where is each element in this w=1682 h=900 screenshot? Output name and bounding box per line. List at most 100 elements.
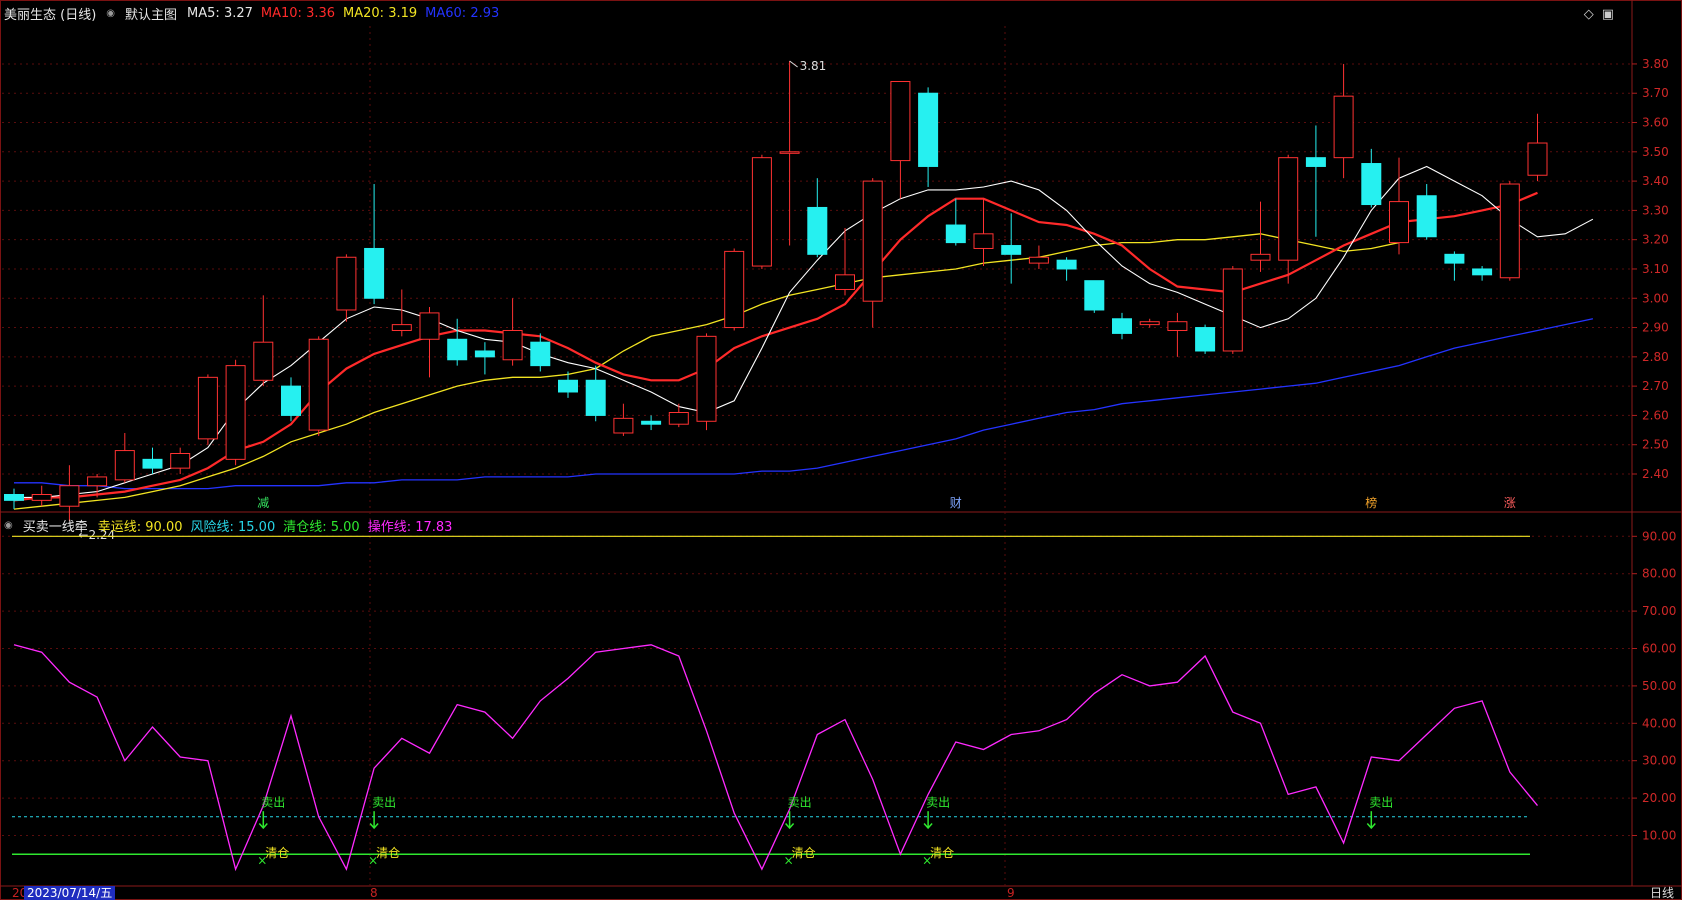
price-tick-label: 3.60 (1642, 116, 1669, 130)
event-tag: 榜 (1365, 495, 1377, 510)
candle-body (1167, 321, 1188, 331)
candle-body (336, 256, 357, 311)
candle-body (114, 450, 135, 481)
sell-signal-label: 卖出 (372, 795, 396, 809)
month-label-9: 9 (1007, 886, 1015, 900)
osc-tick-label: 90.00 (1642, 529, 1676, 543)
ma-legend-value: 3.27 (223, 5, 253, 21)
price-tick-label: 3.10 (1642, 262, 1669, 276)
price-tick-label: 3.50 (1642, 145, 1669, 159)
candle-body (31, 494, 52, 501)
indicator-legend-entry: 风险线: 15.00 (190, 516, 275, 535)
ma-legend-item: MA20: (343, 5, 389, 21)
candle-body (807, 206, 828, 255)
candle-body (142, 458, 163, 469)
stock-title[interactable]: 美丽生态 (日线) (4, 4, 96, 23)
candle-body (1112, 318, 1132, 334)
price-tick-label: 3.00 (1642, 291, 1669, 305)
period-tab[interactable]: 日线 (1650, 886, 1674, 900)
candle-body (1361, 163, 1382, 206)
candle-body (1389, 201, 1409, 244)
ma-legend-entry: MA20: 3.19 (343, 6, 417, 21)
candle-body (87, 476, 108, 487)
price-tick-label: 3.30 (1642, 203, 1669, 217)
candle-body (1139, 321, 1160, 326)
candle-body (835, 274, 855, 290)
candle-body (973, 233, 994, 249)
indicator-legend-label: 幸运线: (97, 519, 146, 535)
clear-signal-label: 清仓 (930, 846, 954, 860)
ma-legend-item: MA5: (187, 5, 224, 21)
candle-body (1195, 327, 1216, 352)
candle-body (1084, 280, 1105, 311)
ma-legend-entry: MA10: 3.36 (261, 6, 335, 21)
candle-body (225, 365, 246, 460)
osc-tick-label: 40.00 (1642, 716, 1676, 730)
diamond-icon[interactable]: ◇ (1584, 7, 1602, 22)
candle-body (197, 376, 218, 440)
candle-body (751, 157, 772, 267)
month-label-8: 8 (370, 886, 378, 900)
event-tag: 减 (257, 496, 269, 510)
ma-legend: MA5: 3.27 MA10: 3.36 MA20: 3.19 MA60: 2.93 (187, 6, 499, 21)
event-tag: 涨 (1504, 495, 1516, 510)
candle-body (281, 385, 301, 416)
osc-tick-label: 30.00 (1642, 754, 1676, 768)
indicator-panel-header: ◉ 买卖一线牵 幸运线: 90.00 风险线: 15.00 清仓线: 5.00 操作线… (0, 512, 452, 538)
candle-body (1499, 183, 1520, 279)
candle-body (1416, 195, 1437, 238)
clear-signal-label: 清仓 (792, 846, 816, 860)
indicator-legend: 幸运线: 90.00 风险线: 15.00 清仓线: 5.00 操作线: 17.83 (98, 516, 453, 535)
price-tick-label: 2.40 (1642, 467, 1669, 481)
candle-body (447, 338, 468, 361)
stock-chart-window: 3.80 3.70 3.60 3.50 3.40 3.30 3.20 3.10 3.00 2.90… (0, 0, 1682, 900)
candle-body (1305, 157, 1326, 167)
candle-body (585, 379, 606, 416)
template-name[interactable]: 默认主图 (125, 4, 177, 23)
candle-body (668, 411, 689, 425)
sell-signal-label: 卖出 (788, 795, 812, 809)
indicator-legend-label: 操作线: (367, 519, 416, 535)
indicator-legend-value: 15.00 (238, 519, 276, 535)
price-tick-label: 3.20 (1642, 233, 1669, 247)
candle-body (696, 335, 717, 422)
high-marker-pointer (789, 60, 798, 68)
indicator-legend-value: 17.83 (415, 519, 453, 535)
price-tick-label: 2.60 (1642, 408, 1669, 422)
indicator-legend-entry: 操作线: 17.83 (368, 516, 453, 535)
candle-body (1527, 142, 1548, 176)
candle-body (1333, 95, 1354, 159)
outer-frame (0, 0, 1682, 900)
ma60-line (14, 318, 1594, 490)
candle-body (862, 180, 883, 302)
osc-tick-label: 20.00 (1642, 791, 1676, 805)
candle-body (1001, 245, 1022, 255)
price-panel-header: 美丽生态 (日线) ◉ 默认主图 MA5: 3.27 MA10: 3.36 MA20… (0, 0, 499, 26)
price-tick-label: 3.70 (1642, 86, 1669, 100)
candle-body (613, 417, 634, 434)
candle-body (641, 420, 662, 425)
indicator-dropdown-icon[interactable]: ◉ (4, 520, 13, 531)
template-dropdown-icon[interactable]: ◉ (106, 8, 115, 19)
cursor-date: 2023/07/14/五 (24, 886, 116, 900)
ma-legend-value: 2.93 (470, 5, 500, 21)
ma-legend-entry: MA60: 2.93 (425, 6, 499, 21)
price-tick-label: 2.70 (1642, 379, 1669, 393)
indicator-title[interactable]: 买卖一线牵 (23, 516, 88, 535)
osc-tick-label: 60.00 (1642, 642, 1676, 656)
candle-body (890, 81, 911, 162)
candle-body (474, 350, 495, 358)
price-tick-label: 2.90 (1642, 321, 1669, 335)
candle-body (419, 312, 440, 340)
candle-body (918, 92, 939, 167)
panel-controls[interactable]: ◇▣ (1584, 7, 1622, 22)
candle-body (724, 250, 745, 329)
ma-legend-entry: MA5: 3.27 (187, 6, 253, 21)
panel-toggle-icon[interactable]: ▣ (1602, 7, 1622, 22)
ma-legend-value: 3.36 (306, 5, 336, 21)
candle-body (1472, 268, 1493, 276)
candle-body (945, 224, 966, 244)
ma-legend-item: MA60: (425, 5, 471, 21)
sell-signal-label: 卖出 (1369, 795, 1393, 809)
price-panel[interactable]: 3.80 3.70 3.60 3.50 3.40 3.30 3.20 3.10 3.00 2.90… (0, 0, 1682, 900)
